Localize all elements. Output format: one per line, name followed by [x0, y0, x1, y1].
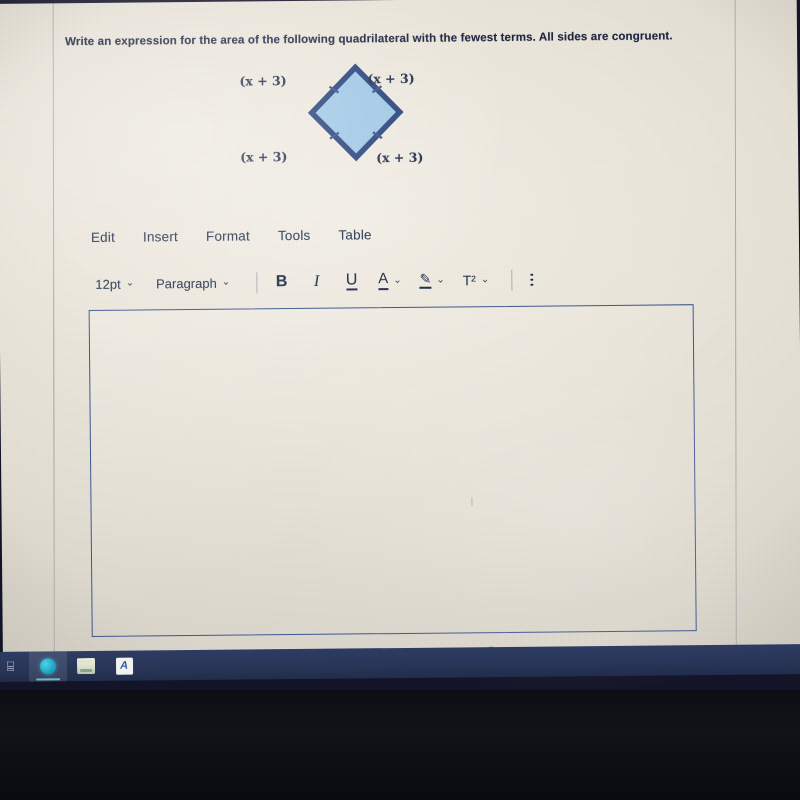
- photograph-of-laptop-screen: Write an expression for the area of the …: [0, 0, 800, 800]
- side-label-top-left-text: (x + 3): [239, 73, 287, 89]
- side-label-top-right: (x + 3): [367, 71, 414, 86]
- block-format-value: Paragraph: [155, 275, 217, 291]
- side-label-top-left: (x + 3): [239, 73, 286, 88]
- editor-menubar: Edit Insert Format Tools Table: [89, 226, 374, 246]
- file-explorer-icon: [76, 657, 96, 675]
- side-label-bottom-left: (x + 3): [240, 149, 287, 164]
- chevron-down-icon: ⌄: [480, 274, 490, 286]
- editor-toolbar: 12pt ⌄ Paragraph ⌄ B I U A ⌄ ✎ ⌄ T² ⌄: [95, 268, 533, 296]
- menu-item-edit[interactable]: Edit: [89, 229, 117, 246]
- taskbar-item-task-view[interactable]: ⌸: [0, 652, 29, 682]
- chevron-down-icon: ⌄: [393, 274, 402, 287]
- highlighter-pen-icon: ✎: [419, 271, 432, 289]
- toolbar-divider: [511, 269, 513, 291]
- menu-item-tools[interactable]: Tools: [276, 227, 313, 244]
- more-options-icon[interactable]: [530, 273, 533, 287]
- toolbar-divider: [256, 271, 258, 293]
- superscript-control[interactable]: T² ⌄: [463, 272, 490, 288]
- text-caret: [471, 497, 473, 507]
- menu-item-format[interactable]: Format: [204, 227, 252, 244]
- italic-button[interactable]: I: [308, 270, 325, 294]
- page-right-border: [734, 0, 737, 673]
- question-prompt-text: Write an expression for the area of the …: [64, 29, 673, 49]
- edge-browser-icon: [39, 658, 57, 675]
- font-size-dropdown[interactable]: 12pt ⌄: [95, 276, 134, 291]
- text-color-control[interactable]: A ⌄: [378, 270, 402, 290]
- block-format-dropdown[interactable]: Paragraph ⌄: [156, 275, 230, 291]
- task-view-icon: ⌸: [6, 658, 14, 674]
- menu-item-insert[interactable]: Insert: [141, 228, 180, 245]
- webpage-content-area: Write an expression for the area of the …: [0, 0, 800, 691]
- windows-taskbar: ⌸ A: [0, 644, 800, 682]
- laptop-bezel: hp: [0, 690, 800, 800]
- taskbar-item-pinned-app[interactable]: A: [105, 650, 143, 680]
- quadrilateral-figure: (x + 3) (x + 3) (x + 3) (x + 3): [227, 57, 458, 179]
- underline-label: U: [346, 271, 358, 291]
- menu-item-table[interactable]: Table: [336, 226, 373, 243]
- taskbar-item-file-explorer[interactable]: [67, 651, 105, 681]
- font-size-value: 12pt: [95, 276, 121, 292]
- laptop-screen: Write an expression for the area of the …: [0, 0, 800, 692]
- side-label-bottom-right: (x + 3): [376, 150, 423, 165]
- highlight-color-control[interactable]: ✎ ⌄: [419, 271, 445, 289]
- superscript-icon: T²: [462, 272, 476, 289]
- chevron-down-icon: ⌄: [125, 277, 135, 289]
- chevron-down-icon: ⌄: [436, 274, 445, 286]
- page-left-border: [52, 3, 55, 680]
- pinned-app-icon: A: [115, 657, 133, 675]
- text-color-icon: A: [378, 270, 389, 290]
- rich-text-editor-body[interactable]: [88, 304, 697, 637]
- underline-button[interactable]: U: [343, 269, 360, 293]
- bold-button[interactable]: B: [273, 270, 290, 294]
- chevron-down-icon: ⌄: [221, 276, 231, 288]
- side-label-top-right-text: (x + 3): [367, 70, 415, 87]
- side-label-bottom-right-text: (x + 3): [376, 149, 424, 166]
- side-label-bottom-left-text: (x + 3): [240, 149, 288, 165]
- taskbar-item-edge-browser[interactable]: [28, 651, 68, 682]
